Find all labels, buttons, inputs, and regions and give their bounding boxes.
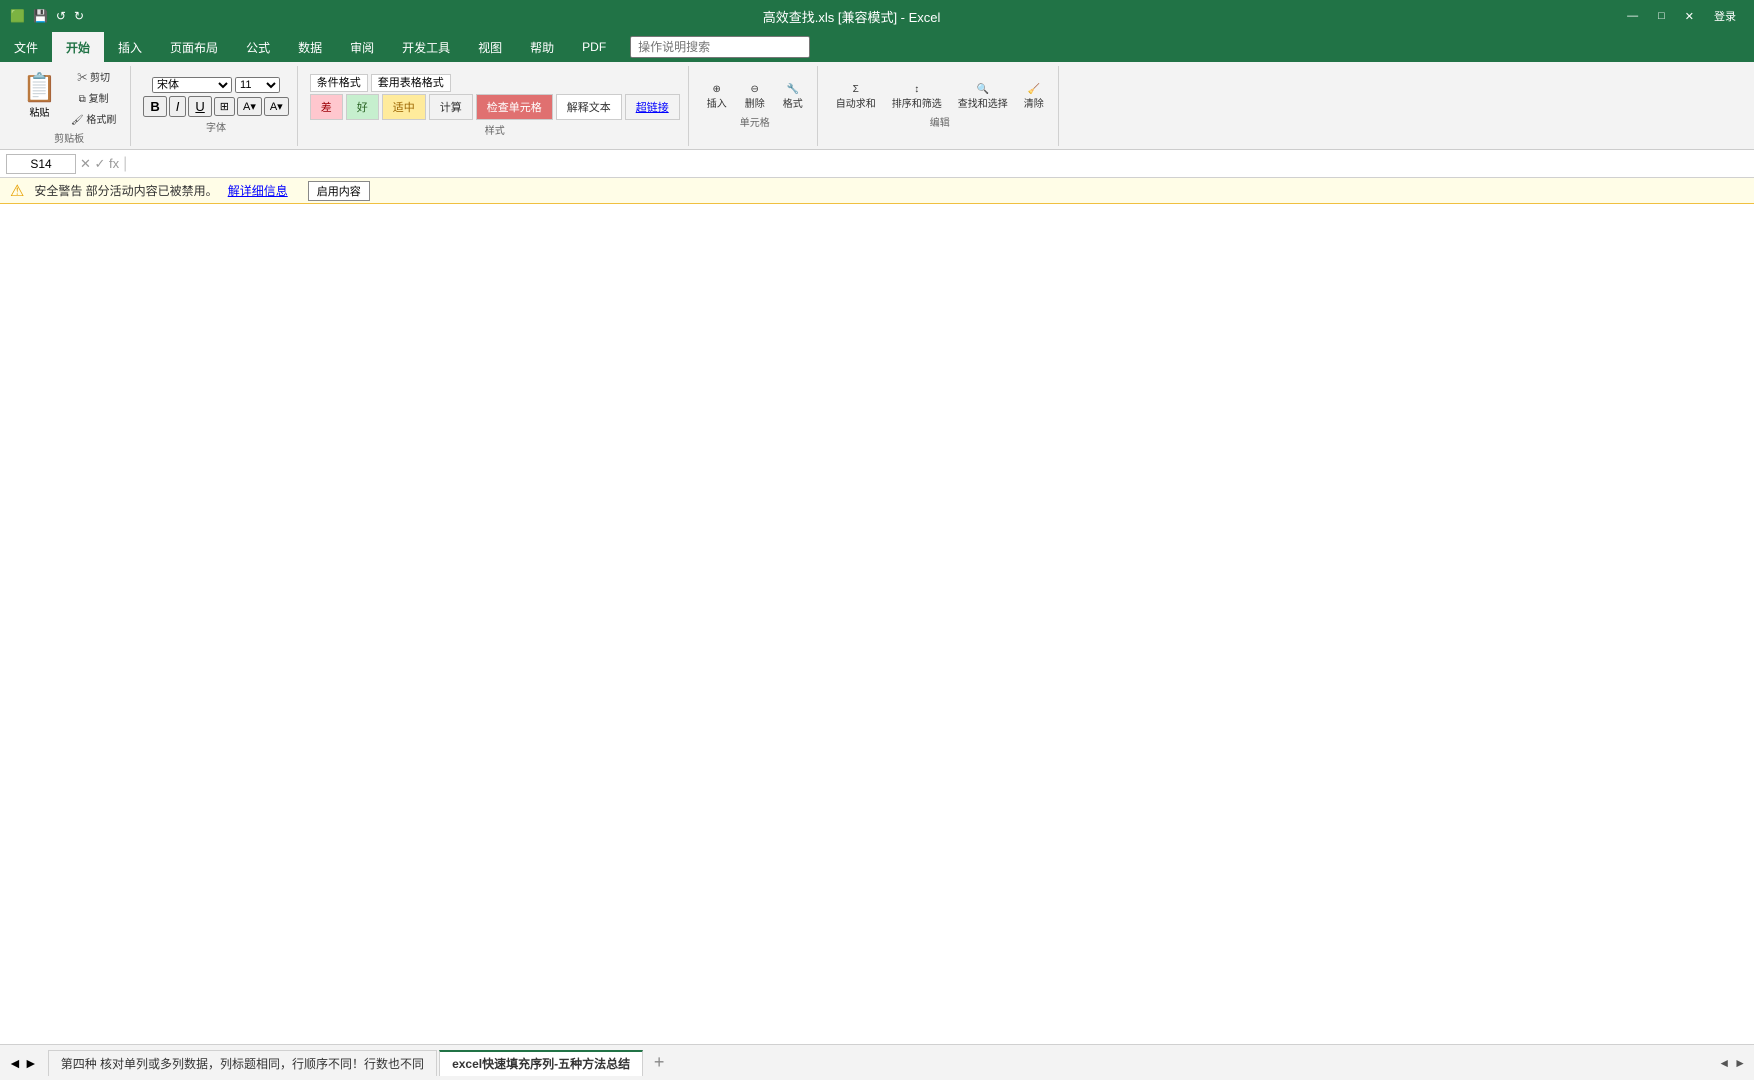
enable-content-button[interactable]: 启用内容 [308,181,370,201]
maximize-button[interactable]: □ [1650,8,1673,24]
font-label: 字体 [206,119,226,134]
fill-color-button[interactable]: A▾ [237,97,262,116]
scroll-right-icon[interactable]: ► [1734,1056,1746,1070]
font-size-select[interactable]: 11 [235,77,280,93]
tab-home[interactable]: 开始 [52,32,104,62]
save-icon[interactable]: 💾 [33,9,48,23]
autosum-button[interactable]: Σ 自动求和 [830,82,882,112]
formula-bar-icons: ✕ ✓ fx [80,156,119,172]
table-format-button[interactable]: 套用表格格式 [371,74,451,92]
paste-label: 粘贴 [29,104,49,119]
tab-review[interactable]: 审阅 [336,32,388,62]
underline-button[interactable]: U [188,96,211,117]
tab-page-layout[interactable]: 页面布局 [156,32,232,62]
clipboard-group: 📋 粘贴 ✂ 剪切 ⧉ 复制 🖌 格式刷 剪贴板 [8,66,131,146]
font-color-button[interactable]: A▾ [264,97,289,116]
copy-button[interactable]: ⧉ 复制 [65,88,122,107]
border-button[interactable]: ⊞ [214,97,235,116]
format-painter-button[interactable]: 🖌 格式刷 [65,109,122,128]
font-group: 宋体 11 B I U ⊞ A▾ A▾ 字体 [135,66,297,146]
find-icon: 🔍 [976,84,988,95]
conditional-format-button[interactable]: 条件格式 [310,74,368,92]
style-calc[interactable]: 计算 [429,94,473,120]
italic-button[interactable]: I [169,96,187,117]
style-explain[interactable]: 解释文本 [556,94,622,120]
formula-bar: ✕ ✓ fx | [0,150,1754,178]
title-bar: 🟩 💾 ↺ ↻ 高效查找.xls [兼容模式] - Excel — □ ✕ 登录 [0,0,1754,32]
tab-data[interactable]: 数据 [284,32,336,62]
title-bar-left: 🟩 💾 ↺ ↻ [10,9,84,23]
style-hyperlink[interactable]: 超链接 [625,94,680,120]
find-select-button[interactable]: 🔍 查找和选择 [952,82,1014,112]
tab-pdf[interactable]: PDF [568,32,620,62]
security-text: 安全警告 部分活动内容已被禁用。 [34,182,217,199]
paste-button[interactable]: 📋 粘贴 [16,67,63,128]
cells-group: ⊕ 插入 ⊖ 删除 🔧 格式 单元格 [693,66,818,146]
sheet-nav-right: ◄ ► [1718,1056,1746,1070]
next-sheet-button[interactable]: ► [24,1055,38,1071]
style-good[interactable]: 好 [346,94,379,120]
styles-group: 条件格式 套用表格格式 差 好 适中 计算 检查单元格 解释文本 超链接 样式 [302,66,689,146]
bottom-tabs: ◄ ► 第四种 核对单列或多列数据，列标题相同，行顺序不同！行数也不同 exce… [0,1044,1754,1080]
prev-sheet-button[interactable]: ◄ [8,1055,22,1071]
title-bar-right: — □ ✕ 登录 [1619,6,1744,26]
formula-input[interactable] [131,156,1748,171]
style-neutral[interactable]: 适中 [382,94,426,120]
ribbon-tabs: 文件 开始 插入 页面布局 公式 数据 审阅 开发工具 视图 帮助 PDF [0,32,1754,62]
format-icon: 🔧 [786,84,798,95]
tab-insert[interactable]: 插入 [104,32,156,62]
sort-filter-button[interactable]: ↕ 排序和筛选 [886,82,948,112]
editing-label: 编辑 [930,114,950,129]
sort-icon: ↕ [914,84,919,95]
paste-icon: 📋 [22,71,57,104]
tab-view[interactable]: 视图 [464,32,516,62]
name-box[interactable] [6,154,76,174]
minimize-button[interactable]: — [1619,8,1646,24]
security-icon: ⚠ [10,181,24,201]
bold-button[interactable]: B [143,96,166,117]
tab-help[interactable]: 帮助 [516,32,568,62]
excel-logo: 🟩 [10,9,25,23]
clear-button[interactable]: 🧹 清除 [1018,82,1050,112]
insert-cell-button[interactable]: ⊕ 插入 [701,82,733,112]
undo-icon[interactable]: ↺ [56,9,66,23]
tab-devtools[interactable]: 开发工具 [388,32,464,62]
redo-icon[interactable]: ↻ [74,9,84,23]
format-cell-button[interactable]: 🔧 格式 [777,82,809,112]
insert-icon: ⊕ [713,84,721,95]
close-button[interactable]: ✕ [1677,8,1702,25]
operation-search[interactable] [630,36,810,58]
sheet-tab-1[interactable]: 第四种 核对单列或多列数据，列标题相同，行顺序不同！行数也不同 [48,1050,437,1076]
add-sheet-button[interactable]: + [645,1050,673,1076]
delete-icon: ⊖ [751,84,759,95]
cells-label: 单元格 [740,114,770,129]
cut-button[interactable]: ✂ 剪切 [65,67,122,86]
font-name-select[interactable]: 宋体 [152,77,232,93]
style-check[interactable]: 检查单元格 [476,94,553,120]
autosum-icon: Σ [853,84,859,95]
delete-cell-button[interactable]: ⊖ 删除 [739,82,771,112]
window-title: 高效查找.xls [兼容模式] - Excel [84,7,1619,26]
ribbon-content: 📋 粘贴 ✂ 剪切 ⧉ 复制 🖌 格式刷 剪贴板 宋体 11 B I U ⊞ [0,62,1754,150]
security-detail-link[interactable]: 解详细信息 [228,182,288,199]
editing-group: Σ 自动求和 ↕ 排序和筛选 🔍 查找和选择 🧹 清除 编辑 [822,66,1059,146]
login-button[interactable]: 登录 [1706,6,1744,26]
styles-label: 样式 [485,122,505,137]
sheet-tab-2[interactable]: excel快速填充序列-五种方法总结 [439,1050,643,1076]
style-bad[interactable]: 差 [310,94,343,120]
scroll-left-icon[interactable]: ◄ [1718,1056,1730,1070]
clipboard-label: 剪贴板 [54,130,84,145]
clear-icon: 🧹 [1027,84,1039,95]
security-bar: ⚠ 安全警告 部分活动内容已被禁用。 解详细信息 启用内容 [0,178,1754,204]
tab-formula[interactable]: 公式 [232,32,284,62]
tab-file[interactable]: 文件 [0,32,52,62]
